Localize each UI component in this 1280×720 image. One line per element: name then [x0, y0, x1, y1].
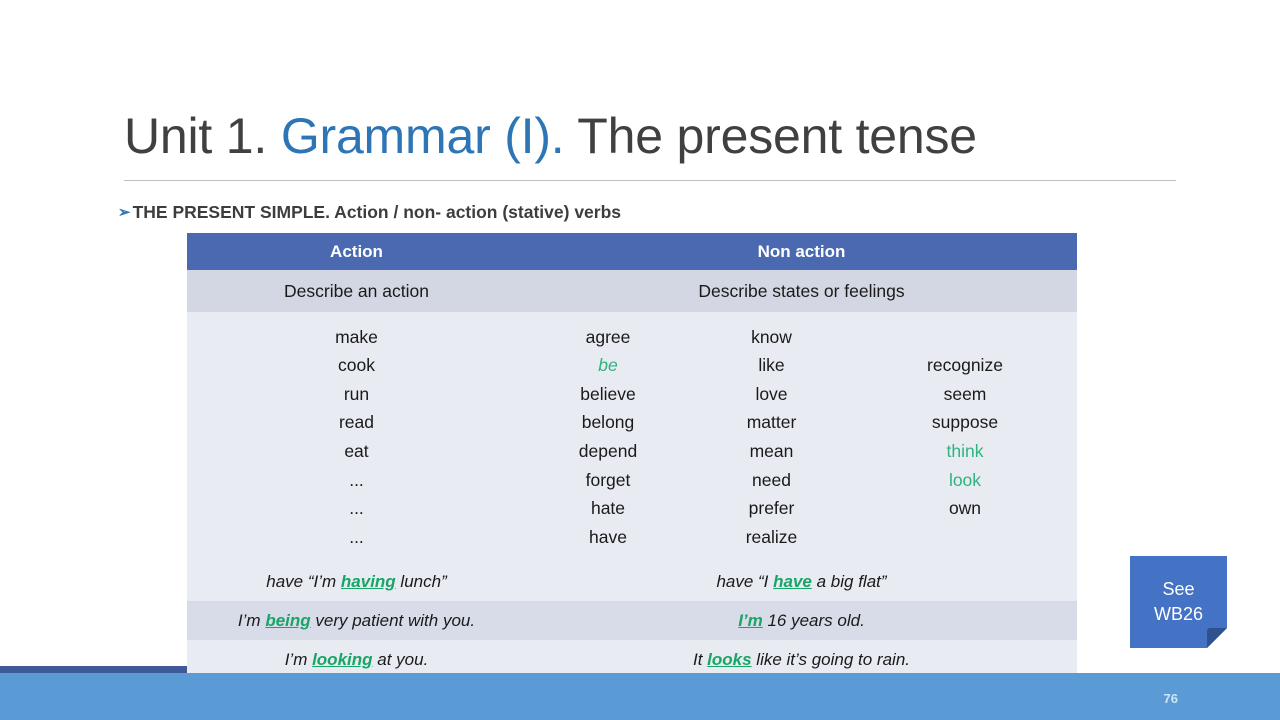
- verb-item: know: [751, 326, 792, 347]
- example-row: have “I’m having lunch” have “I have a b…: [187, 562, 1077, 601]
- verb-item: ...: [349, 526, 364, 547]
- folded-corner-shape-icon: [1130, 556, 1227, 648]
- verb-item: mean: [749, 441, 794, 461]
- verb-list-action: make cook run read eat.........: [187, 312, 526, 562]
- see-workbook-note[interactable]: See WB26: [1130, 556, 1227, 648]
- subheader-describe-states: Describe states or feelings: [526, 270, 1077, 312]
- verb-item: think: [946, 441, 984, 461]
- title-prefix: Unit 1.: [124, 108, 281, 164]
- verb-item: recognize: [927, 355, 1003, 376]
- verb-item: eat: [344, 441, 369, 461]
- example-non-action-0: have “I have a big flat”: [526, 562, 1077, 601]
- verb-list-non-action-1: agree be believe belong depend forget hate have: [526, 312, 690, 562]
- verbs-table: Action Non action Describe an action Des…: [187, 233, 1077, 679]
- subheader-describe-action: Describe an action: [187, 270, 526, 312]
- verb-item: forget: [585, 469, 631, 490]
- example-text: lunch”: [395, 571, 447, 591]
- verb-item: cook: [338, 355, 375, 376]
- highlighted-verb: I’m: [738, 610, 763, 630]
- verb-item: need: [752, 469, 791, 490]
- example-text: like it’s going to rain.: [751, 649, 910, 669]
- verb-list-non-action-2: know like love matter mean need prefer realize: [690, 312, 853, 562]
- example-text: at you.: [372, 649, 429, 669]
- title-suffix: The present tense: [564, 108, 977, 164]
- highlighted-verb: looks: [707, 649, 752, 669]
- title-divider: [124, 180, 1176, 181]
- verb-item: seem: [943, 383, 987, 404]
- example-text: It: [692, 649, 708, 669]
- verb-item: realize: [745, 526, 798, 547]
- highlighted-verb: being: [265, 610, 311, 630]
- column-header-action: Action: [187, 233, 526, 270]
- verb-item: matter: [746, 412, 797, 433]
- verb-item: depend: [578, 441, 638, 461]
- verb-item: look: [948, 469, 982, 490]
- verb-item: belong: [581, 412, 635, 433]
- example-text: I’m: [237, 610, 266, 630]
- example-text: have “I: [716, 571, 774, 591]
- highlighted-verb: have: [773, 571, 812, 591]
- table-subheader-row: Describe an action Describe states or fe…: [187, 270, 1077, 312]
- example-row: I’m being very patient with you. I’m 16 …: [187, 601, 1077, 640]
- table-header-row: Action Non action: [187, 233, 1077, 270]
- verb-item: ...: [349, 469, 364, 490]
- verb-item: believe: [580, 383, 636, 404]
- verb-item: be: [598, 355, 618, 376]
- example-non-action-1: I’m 16 years old.: [526, 601, 1077, 640]
- section-bullet: ➢ THE PRESENT SIMPLE. Action / non- actio…: [118, 200, 621, 225]
- column-header-non-action: Non action: [526, 233, 1077, 270]
- verb-item: own: [948, 498, 982, 519]
- verb-item: make: [335, 326, 378, 347]
- verb-item: suppose: [931, 412, 999, 433]
- verb-item: read: [338, 412, 375, 433]
- example-action-1: I’m being very patient with you.: [187, 601, 526, 640]
- slide-number: 76: [1163, 691, 1178, 706]
- verbs-row: make cook run read eat......... agree be belie…: [187, 312, 1077, 562]
- verb-item: agree: [585, 326, 631, 347]
- example-text: have “I’m: [266, 571, 341, 591]
- verb-item: like: [758, 355, 785, 376]
- section-bullet-label: THE PRESENT SIMPLE. Action / non- action…: [132, 202, 622, 222]
- verb-item: love: [755, 383, 788, 404]
- verb-list-non-action-3: recognize seem suppose think look own: [853, 312, 1077, 562]
- highlighted-verb: having: [340, 571, 396, 591]
- verb-item: have: [589, 526, 627, 547]
- footer-band: 76: [0, 673, 1280, 720]
- verb-item: ...: [349, 498, 364, 519]
- highlighted-verb: looking: [312, 649, 373, 669]
- example-action-0: have “I’m having lunch”: [187, 562, 526, 601]
- verb-item: hate: [590, 498, 626, 519]
- title-accent: Grammar (I).: [280, 108, 565, 164]
- example-text: 16 years old.: [762, 610, 865, 630]
- footer-accent-band: [0, 666, 187, 673]
- verb-item: run: [343, 383, 370, 404]
- verb-item: prefer: [748, 498, 795, 519]
- example-text: a big flat”: [811, 571, 887, 591]
- example-text: very patient with you.: [310, 610, 476, 630]
- example-text: I’m: [284, 649, 313, 669]
- arrow-bullet-icon: ➢: [118, 204, 131, 221]
- page-title: Unit 1. Grammar (I). The present tense: [124, 103, 1084, 171]
